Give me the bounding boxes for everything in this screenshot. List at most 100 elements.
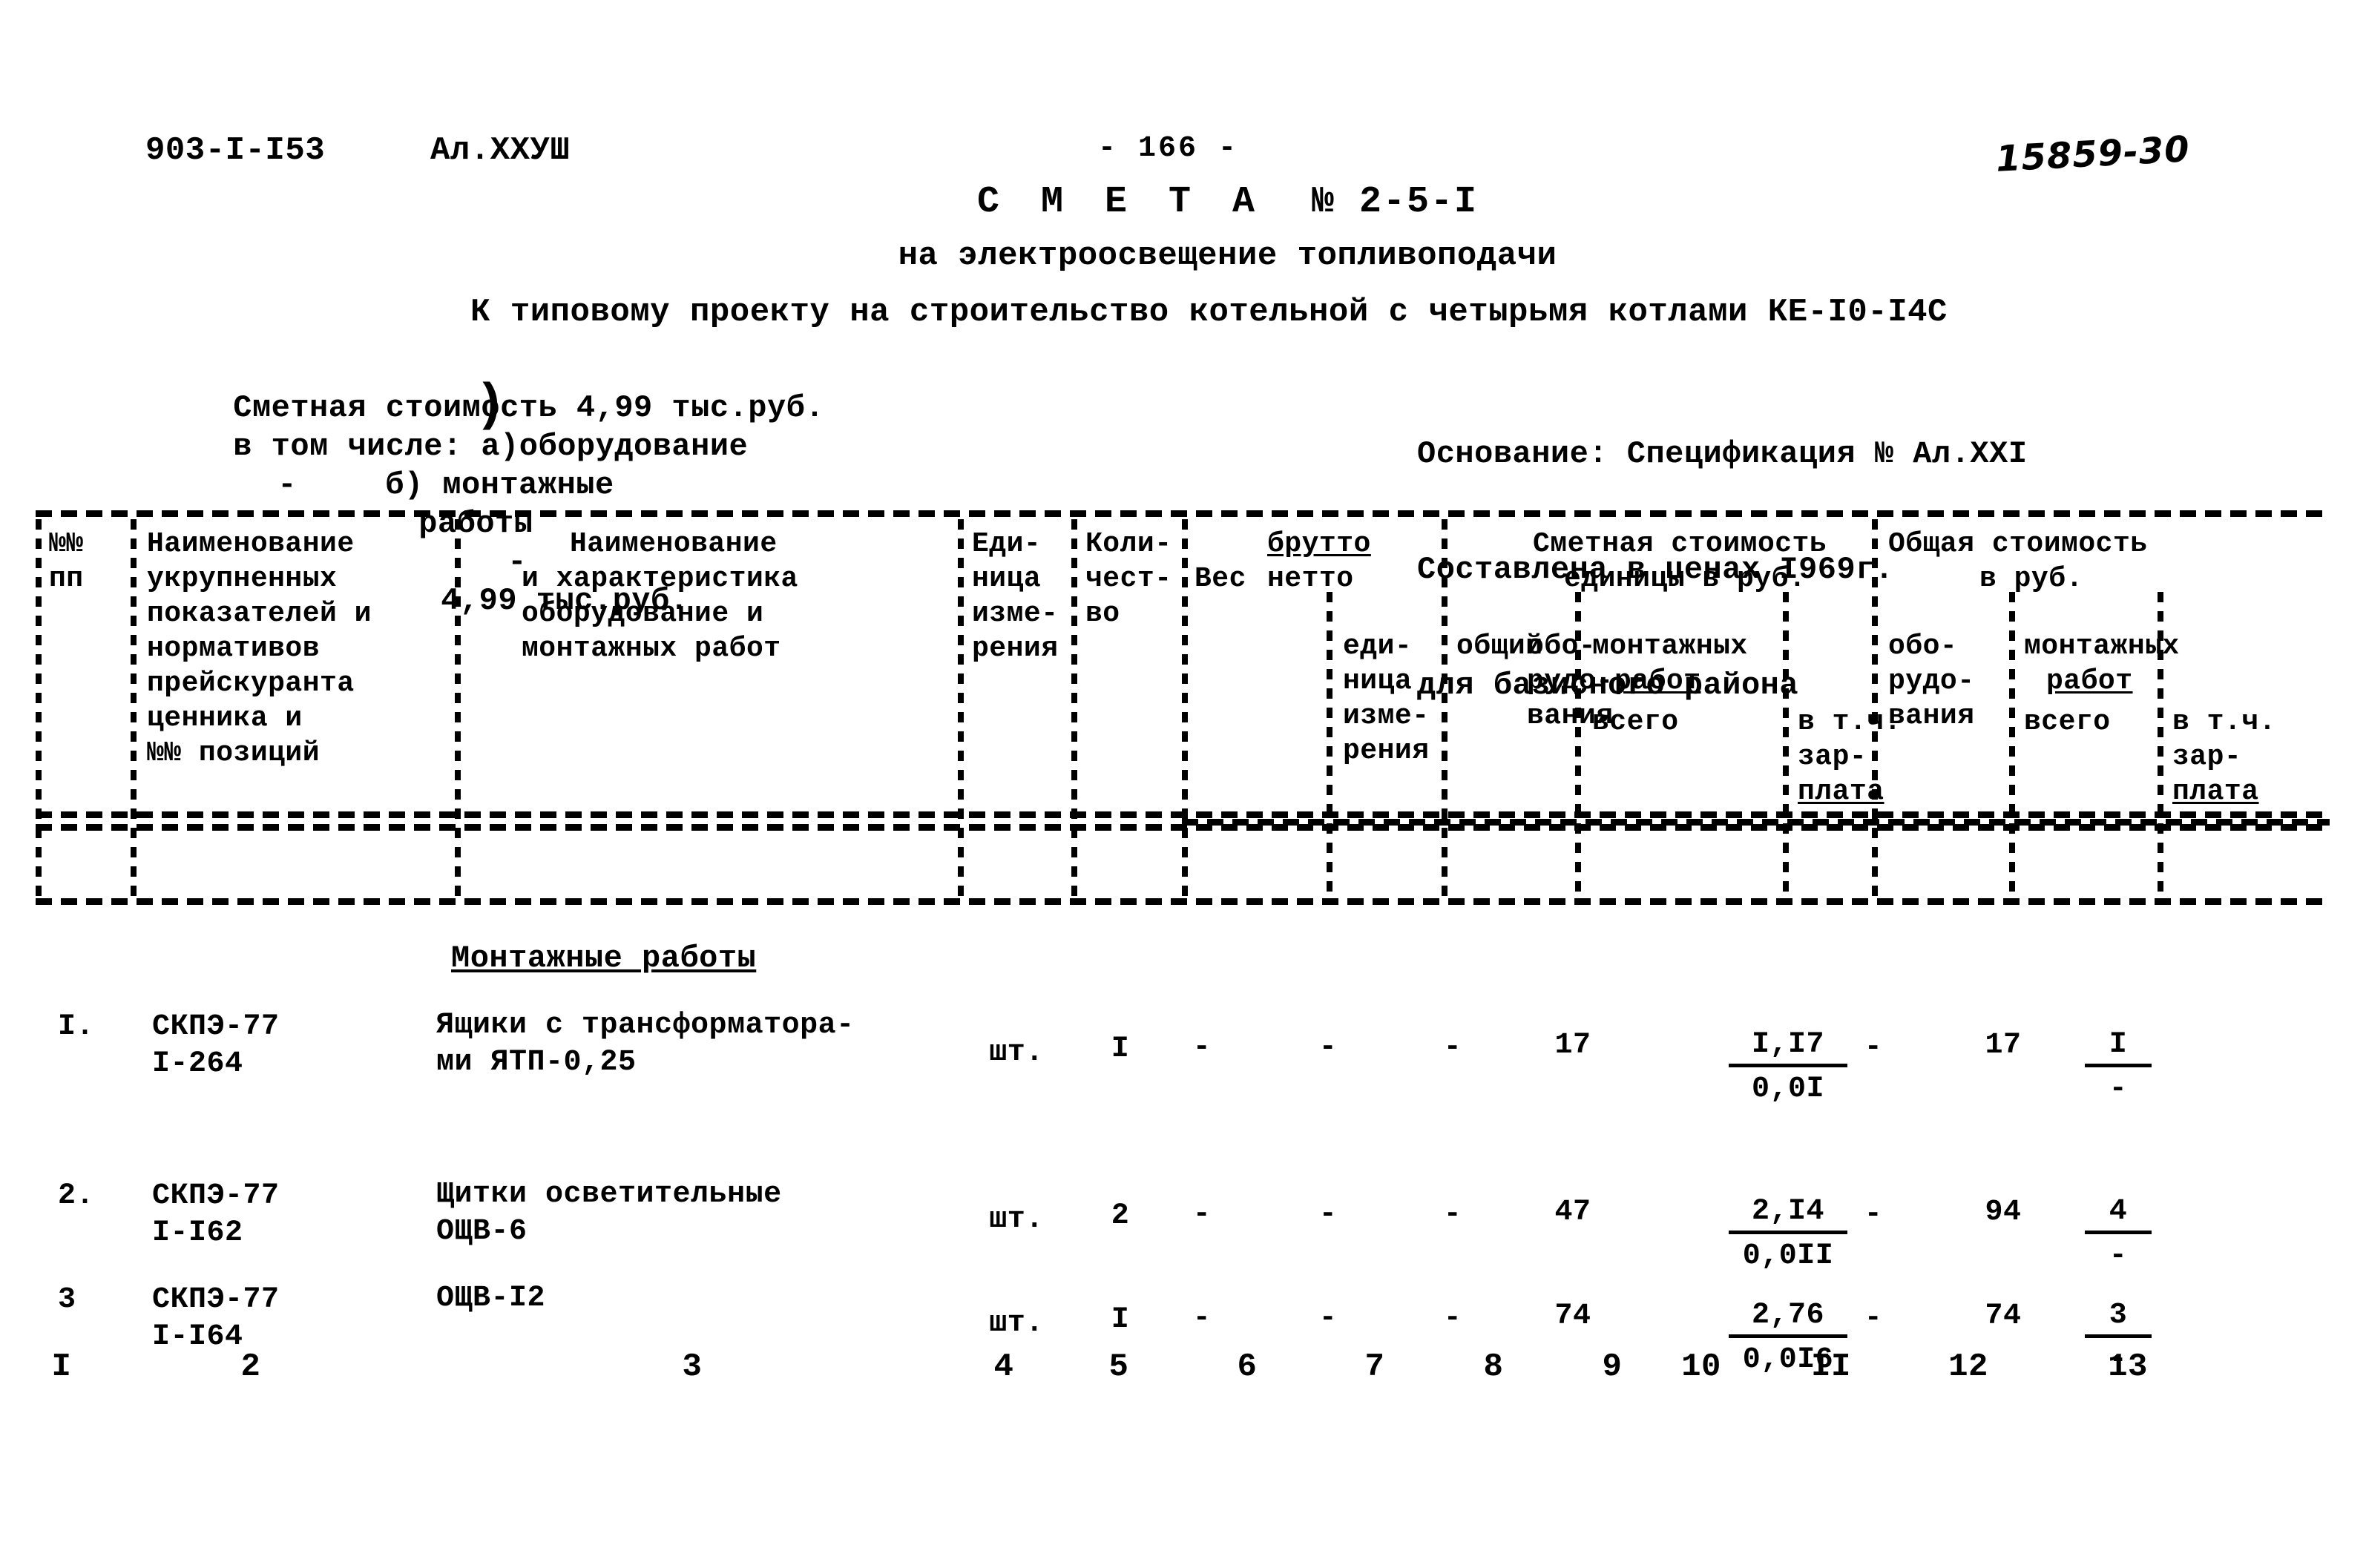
col-divider-9 [1783, 592, 1789, 896]
row-2-col8: - [1443, 1198, 1462, 1231]
header-col2-line6: ценника и [147, 702, 303, 734]
header-col3-line3: оборудование и [522, 598, 764, 630]
header-col3-line4: монтажных работ [522, 633, 781, 665]
row-1-code-l1: СКПЭ-77 [152, 1010, 280, 1044]
header-weight-net: нетто [1267, 563, 1354, 595]
header-col4-line2: ница [972, 563, 1042, 595]
row-1-number: I. [58, 1010, 95, 1044]
row-1-col13-wage: - [2109, 1073, 2128, 1106]
row-3-col13-wage: - [2109, 1343, 2128, 1377]
row-3-col13: 3 - [2085, 1298, 2152, 1378]
basis-specification: Основание: Спецификация № Ал.XXI [1417, 436, 2028, 472]
row-2-number: 2. [58, 1179, 95, 1213]
column-number-4: 4 [993, 1348, 1014, 1386]
column-number-10: 10 [1681, 1348, 1721, 1386]
row-1-col10: I,I7 0,0I [1729, 1027, 1847, 1107]
column-number-5: 5 [1108, 1348, 1129, 1386]
header-col5-line2: чест- [1085, 563, 1172, 595]
row-1-weight-total: - [1318, 1031, 1338, 1064]
row-2-col13-wage: - [2109, 1239, 2128, 1273]
row-3-col10-total: 2,76 [1729, 1298, 1847, 1338]
column-number-7: 7 [1364, 1348, 1385, 1386]
header-col6-line2: ница [1343, 665, 1413, 697]
row-3-col13-total: 3 [2085, 1298, 2152, 1338]
row-2-name-l2: ОЩВ-6 [436, 1215, 528, 1248]
header-col10-line5: плата [1798, 776, 1884, 808]
col-divider-7 [1442, 519, 1447, 896]
row-2-col13-total: 4 [2085, 1194, 2152, 1234]
row-2-col11: - [1864, 1198, 1883, 1231]
header-col9-10-line2: работ [1614, 665, 1701, 697]
header-col5-line1: Коли- [1085, 528, 1172, 560]
album-code: Ал.XXУШ [430, 132, 571, 169]
header-col4-line4: рения [972, 633, 1059, 665]
page-title-word: С М Е Т А [976, 181, 1264, 223]
header-col6-line4: рения [1343, 735, 1430, 767]
row-1-col8: - [1443, 1031, 1462, 1064]
header-col2-line4: нормативов [147, 633, 321, 665]
row-1-unit: шт. [989, 1036, 1044, 1070]
header-col13-line4: зар- [2172, 741, 2242, 773]
header-col12-13-line2: работ [2046, 665, 2133, 697]
row-1-col10-total: I,I7 [1729, 1027, 1847, 1067]
col-divider-1 [131, 519, 137, 896]
row-2-col13: 4 - [2085, 1194, 2152, 1274]
row-1-col11: - [1864, 1031, 1883, 1064]
row-3-col12: 74 [1985, 1299, 2022, 1333]
document-page: 903-I-I53 Ал.XXУШ - 166 - 15859-30 С М Е… [0, 0, 2366, 1568]
header-weight-prefix: Вес [1194, 563, 1246, 595]
row-3-col10: 2,76 0,0I6 [1729, 1298, 1847, 1378]
row-2-col9: 47 [1554, 1196, 1591, 1229]
row-1-name-l1: Ящики с трансформатора- [436, 1009, 855, 1042]
header-col12-line3: всего [2024, 706, 2111, 738]
header-col3-line2: и характеристика [522, 563, 798, 595]
col-divider-5 [1182, 519, 1188, 896]
row-1-col10-wage: 0,0I [1751, 1073, 1824, 1106]
header-col8-line1: обо- [1527, 630, 1597, 662]
row-2-col10-total: 2,I4 [1729, 1194, 1847, 1234]
col-divider-2 [455, 519, 461, 896]
header-col2-line5: прейскуранта [147, 668, 355, 699]
page-subtitle: на электроосвещение топливоподачи [898, 237, 1557, 274]
table-top-border [36, 510, 2330, 517]
brace-glyph: ) [475, 377, 507, 435]
col-divider-6 [1327, 592, 1332, 896]
header-col2-line7: №№ позиций [147, 737, 321, 769]
header-total-cost-line2: в руб. [1979, 563, 2083, 595]
row-3-number: 3 [58, 1283, 76, 1317]
row-2-unit: шт. [989, 1203, 1044, 1236]
header-col6-line1: еди- [1343, 630, 1413, 662]
header-col1-line1: №№ [49, 528, 84, 560]
row-1-col9: 17 [1554, 1029, 1591, 1062]
cost-summary-total: Сметная стоимость 4,99 тыс.руб. [119, 350, 824, 426]
page-title-number: № 2-5-I [1312, 181, 1479, 223]
header-col9-10-line1: монтажных [1592, 630, 1748, 662]
header-col12-13-line1: монтажных [2024, 630, 2180, 662]
cost-summary-install-label-1: б) монтажные [119, 427, 824, 503]
row-3-weight-total: - [1318, 1302, 1338, 1335]
header-col5-line3: во [1085, 598, 1120, 630]
row-3-col10-wage: 0,0I6 [1742, 1343, 1834, 1377]
col-divider-11 [2009, 592, 2015, 896]
row-3-col11: - [1864, 1302, 1883, 1335]
project-description: К типовому проекту на строительство коте… [470, 294, 1948, 331]
column-number-3: 3 [682, 1348, 703, 1386]
column-number-1: I [51, 1348, 72, 1386]
row-3-unit: шт. [989, 1307, 1044, 1340]
row-2-weight-unit: - [1192, 1198, 1212, 1231]
page-number: - 166 - [1098, 132, 1239, 165]
row-1-weight-unit: - [1192, 1031, 1212, 1064]
row-2-code-l2: I-I62 [152, 1216, 243, 1250]
header-col4-line3: изме- [972, 598, 1059, 630]
archive-stamp-handwritten: 15859-30 [1994, 128, 2192, 180]
col-divider-4 [1071, 519, 1077, 896]
row-2-code-l1: СКПЭ-77 [152, 1179, 280, 1213]
row-3-qty: I [1111, 1303, 1130, 1337]
header-total-cost-line1: Общая стоимость [1888, 528, 2148, 560]
column-number-12: 12 [1948, 1348, 1988, 1386]
table-colnum-bottom-border [36, 898, 2330, 905]
header-unit-cost-line1: Сметная стоимость [1533, 528, 1827, 560]
row-3-code-l2: I-I64 [152, 1320, 243, 1354]
header-col13-line3: в т.ч. [2172, 706, 2276, 738]
row-3-name-l1: ОЩВ-I2 [436, 1282, 546, 1315]
